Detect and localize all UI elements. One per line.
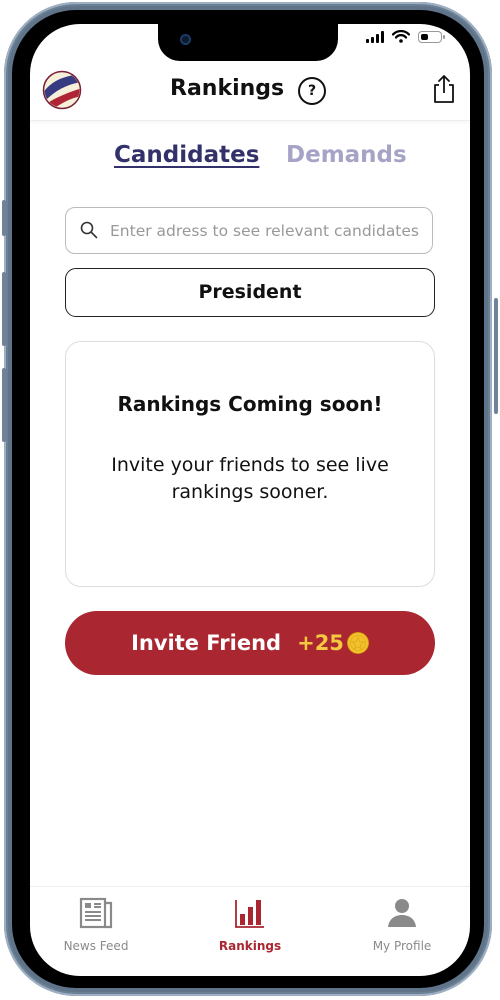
coin-icon xyxy=(346,632,369,654)
reward-amount: +25 xyxy=(297,631,344,655)
screen: Rankings ? Candidates Demands President … xyxy=(30,24,470,976)
notch xyxy=(158,24,338,61)
nav-item-my-profile[interactable]: My Profile xyxy=(342,897,462,953)
bottom-nav: News Feed Rankings My Profile xyxy=(30,886,470,976)
battery-level xyxy=(421,33,428,40)
tab-candidates[interactable]: Candidates xyxy=(114,142,259,168)
nav-label: My Profile xyxy=(372,939,432,953)
card-body: Invite your friends to see live rankings… xyxy=(111,454,389,503)
app-logo-icon[interactable] xyxy=(42,70,82,110)
header: Rankings ? xyxy=(30,64,470,121)
page-title: Rankings xyxy=(170,76,285,101)
office-selector[interactable]: President xyxy=(65,268,435,317)
card-title: Rankings Coming soon! xyxy=(117,392,383,416)
address-search xyxy=(65,207,433,254)
address-search-input[interactable] xyxy=(108,208,432,254)
tab-demands[interactable]: Demands xyxy=(286,142,407,168)
battery-icon xyxy=(418,30,445,43)
share-icon[interactable] xyxy=(432,74,456,104)
camera-icon xyxy=(180,34,191,45)
coming-soon-card: Rankings Coming soon! Invite your friend… xyxy=(65,341,435,587)
volume-down-button xyxy=(2,368,6,442)
nav-item-rankings[interactable]: Rankings xyxy=(190,897,310,953)
status-bar xyxy=(366,30,445,43)
help-button[interactable]: ? xyxy=(298,77,326,105)
invite-friend-button[interactable]: Invite Friend +25 xyxy=(65,611,435,675)
invite-friend-label: Invite Friend xyxy=(131,631,282,655)
segment-tabs: Candidates Demands xyxy=(30,142,470,176)
nav-label: Rankings xyxy=(218,939,282,953)
person-icon xyxy=(388,899,416,927)
newspaper-icon xyxy=(79,897,113,929)
search-icon xyxy=(80,221,98,239)
nav-item-news-feed[interactable]: News Feed xyxy=(36,897,156,953)
nav-label: News Feed xyxy=(63,939,129,953)
cellular-signal-icon xyxy=(366,30,384,43)
bar-chart-icon xyxy=(235,900,264,928)
wifi-icon xyxy=(392,30,410,43)
power-button xyxy=(494,298,498,414)
volume-up-button xyxy=(2,272,6,346)
mute-switch xyxy=(2,200,6,236)
